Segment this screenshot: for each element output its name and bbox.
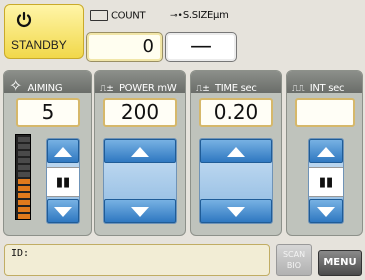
aiming-up-button[interactable] bbox=[47, 139, 79, 163]
arrow-down-icon bbox=[227, 207, 245, 217]
arrow-down-icon bbox=[131, 207, 149, 217]
aiming-header: ✧ AIMING bbox=[4, 71, 91, 95]
spot-size-value: — bbox=[190, 34, 212, 59]
time-header: ⎍± TIME sec bbox=[191, 71, 281, 94]
interval-up-button[interactable] bbox=[309, 139, 343, 163]
standby-label: STANDBY bbox=[11, 38, 67, 52]
aiming-stepper[interactable]: ▮▮ bbox=[46, 138, 80, 224]
interval-header: ⎍⎍ INT sec bbox=[287, 71, 362, 94]
count-display: 0 bbox=[86, 32, 163, 62]
time-value[interactable]: 0.20 bbox=[199, 98, 273, 127]
meter-segment bbox=[18, 158, 30, 163]
power-value[interactable]: 200 bbox=[103, 98, 177, 127]
arrow-down-icon bbox=[54, 207, 72, 217]
power-panel: ⎍± POWER mW 200 bbox=[94, 70, 186, 236]
standby-button[interactable]: STANDBY bbox=[4, 4, 84, 59]
arrow-up-icon bbox=[131, 147, 149, 157]
interval-down-button[interactable] bbox=[309, 199, 343, 223]
count-value: 0 bbox=[142, 36, 154, 57]
arrow-up-icon bbox=[317, 147, 335, 157]
time-down-button[interactable] bbox=[200, 199, 272, 223]
arrow-up-icon bbox=[227, 147, 245, 157]
scan-bio-button[interactable]: SCAN BIO bbox=[276, 244, 312, 276]
power-up-button[interactable] bbox=[104, 139, 176, 163]
count-header: COUNT bbox=[90, 10, 146, 22]
spot-size-button[interactable]: — bbox=[165, 32, 237, 62]
power-header: ⎍± POWER mW bbox=[95, 71, 185, 94]
counter-icon bbox=[90, 10, 108, 21]
aiming-level-meter bbox=[15, 134, 31, 220]
id-label: ID: bbox=[11, 248, 30, 259]
meter-segment-lit bbox=[18, 193, 30, 198]
interval-panel: ⎍⎍ INT sec ▮▮ bbox=[286, 70, 363, 236]
aiming-slider-thumb[interactable]: ▮▮ bbox=[47, 167, 79, 197]
time-stepper[interactable] bbox=[199, 138, 273, 224]
meter-segment-lit bbox=[18, 214, 30, 219]
arrow-up-icon bbox=[54, 147, 72, 157]
size-header: ⊸•S.SIZEµm bbox=[170, 10, 229, 21]
meter-segment bbox=[18, 137, 30, 142]
interval-stepper[interactable]: ▮▮ bbox=[308, 138, 344, 224]
patient-id-field[interactable]: ID: bbox=[4, 244, 270, 276]
meter-segment-lit bbox=[18, 200, 30, 205]
meter-segment-lit bbox=[18, 186, 30, 191]
aiming-title: ✧ AIMING bbox=[9, 76, 63, 95]
spot-size-icon: ⊸• bbox=[170, 11, 183, 21]
meter-segment-lit bbox=[18, 179, 30, 184]
meter-segment-lit bbox=[18, 207, 30, 212]
meter-segment bbox=[18, 151, 30, 156]
power-stepper[interactable] bbox=[103, 138, 177, 224]
aiming-value[interactable]: 5 bbox=[16, 98, 80, 127]
meter-segment bbox=[18, 144, 30, 149]
time-up-button[interactable] bbox=[200, 139, 272, 163]
meter-segment bbox=[18, 165, 30, 170]
interval-slider-thumb[interactable]: ▮▮ bbox=[309, 167, 343, 197]
time-panel: ⎍± TIME sec 0.20 bbox=[190, 70, 282, 236]
interval-title: ⎍⎍ INT sec bbox=[292, 83, 345, 94]
interval-value[interactable] bbox=[295, 98, 355, 127]
time-title: ⎍± TIME sec bbox=[196, 83, 257, 94]
duration-icon: ⎍± bbox=[196, 84, 210, 94]
meter-segment bbox=[18, 172, 30, 177]
power-icon bbox=[16, 11, 32, 27]
menu-button[interactable]: MENU bbox=[318, 250, 362, 276]
aiming-down-button[interactable] bbox=[47, 199, 79, 223]
arrow-down-icon bbox=[317, 207, 335, 217]
interval-icon: ⎍⎍ bbox=[292, 84, 305, 94]
pulse-icon: ⎍± bbox=[100, 84, 114, 94]
aiming-icon: ✧ bbox=[9, 76, 23, 95]
power-down-button[interactable] bbox=[104, 199, 176, 223]
power-title: ⎍± POWER mW bbox=[100, 83, 177, 94]
